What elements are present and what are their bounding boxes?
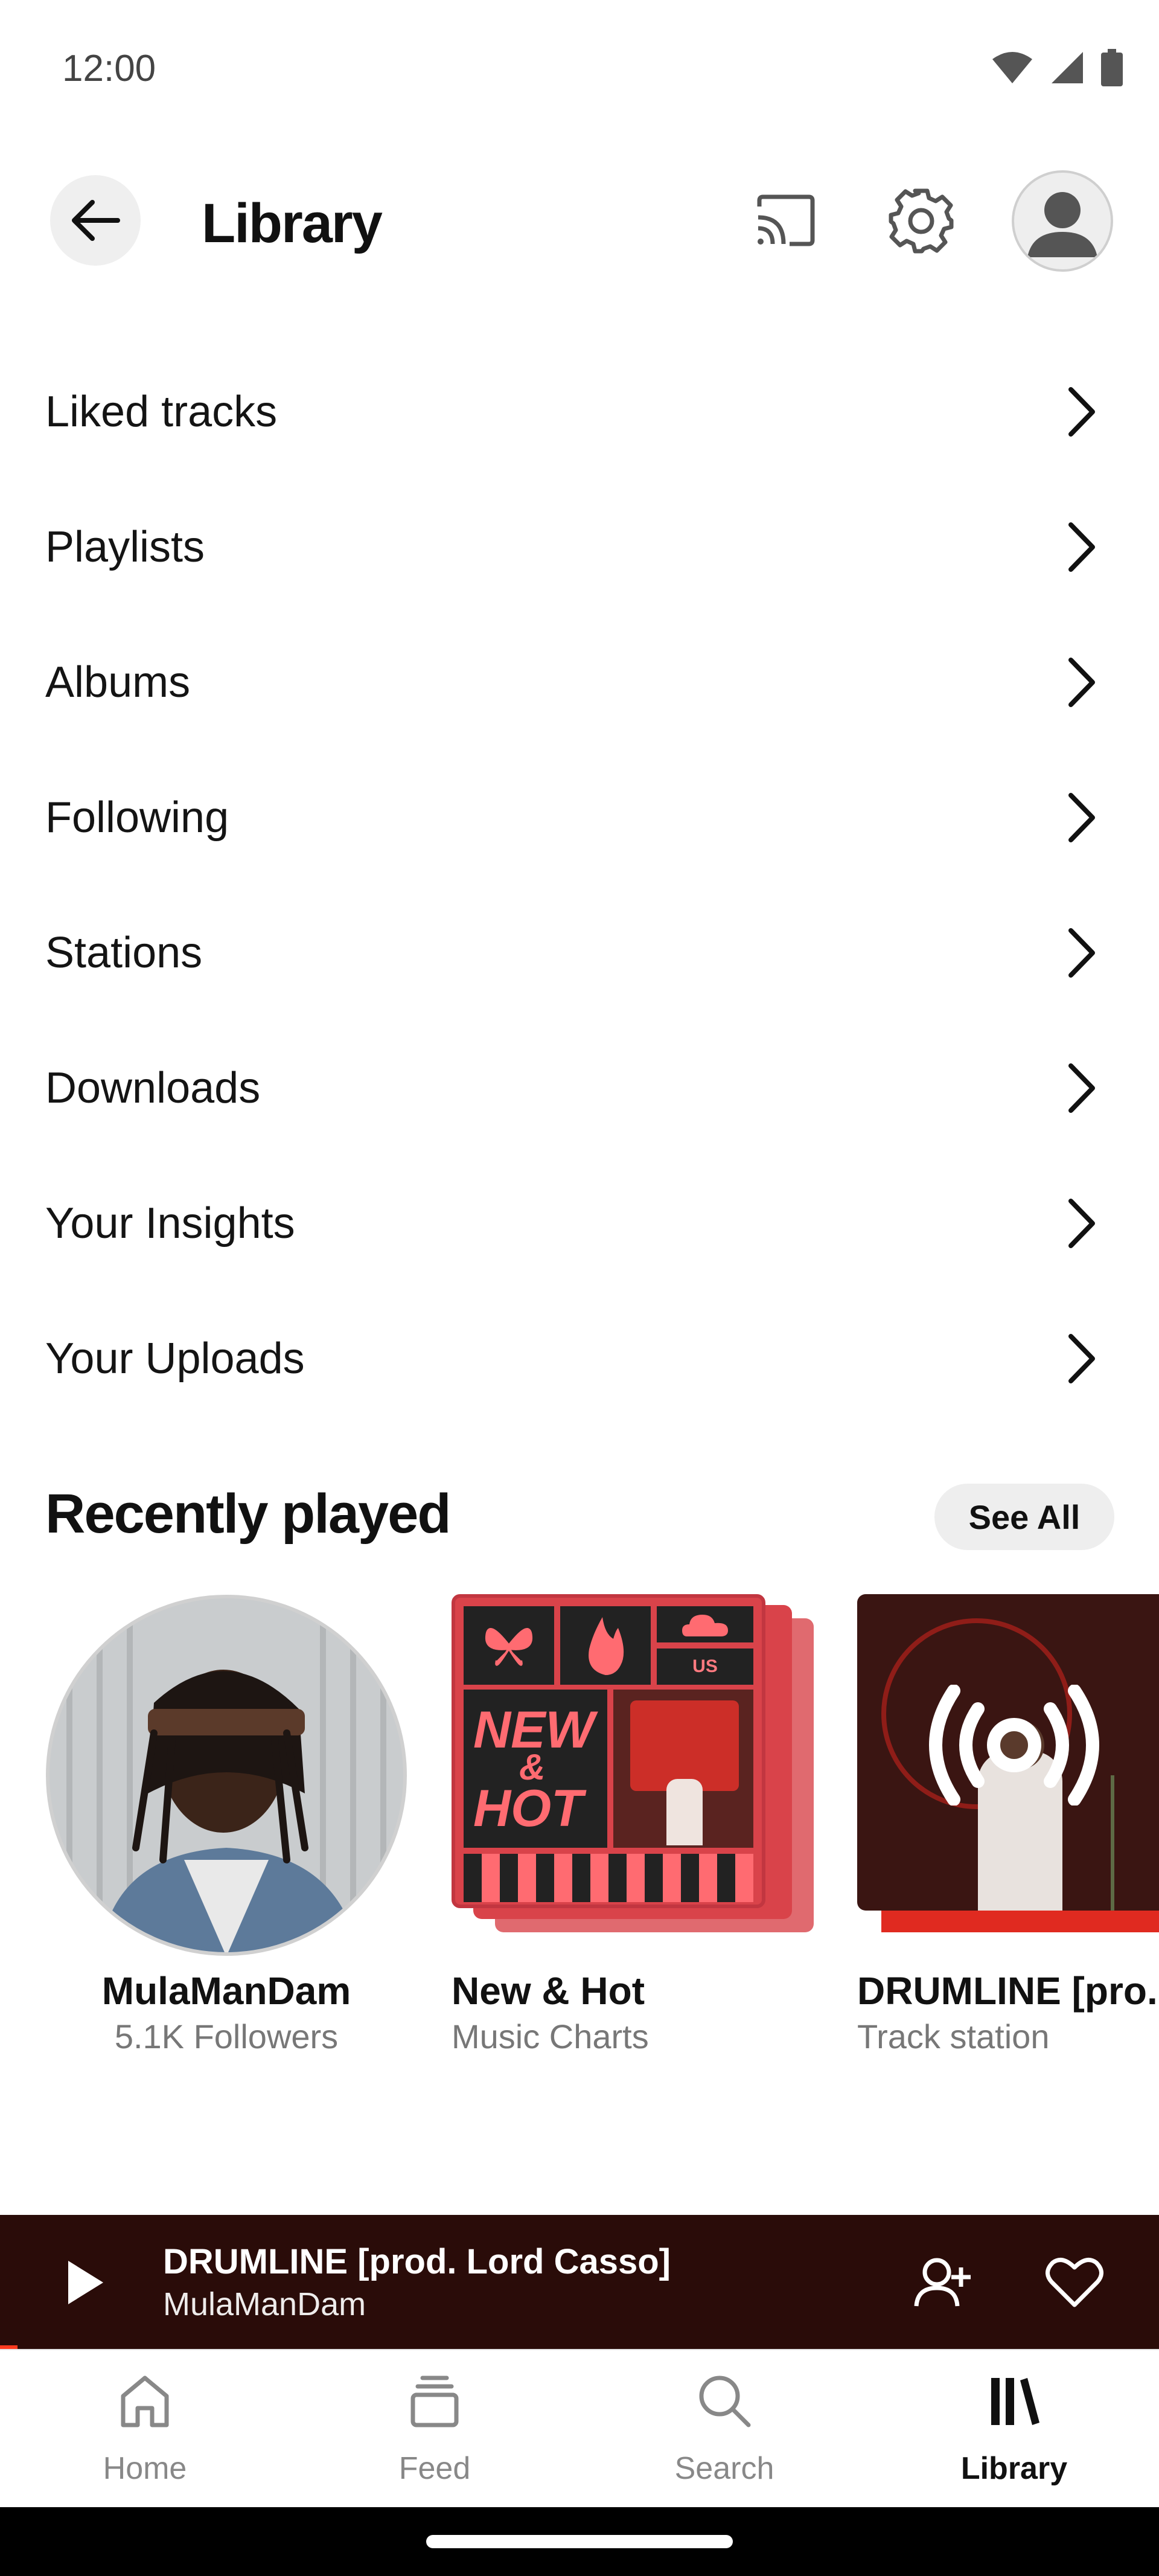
home-gesture-handle[interactable] — [426, 2535, 733, 2548]
artist-avatar-image — [46, 1595, 407, 1956]
chart-art: US NEW & HOT — [452, 1594, 814, 1956]
follow-artist-button[interactable] — [905, 2249, 978, 2316]
chevron-right-icon — [1068, 1063, 1095, 1113]
menu-item-playlists[interactable]: Playlists — [0, 479, 1159, 615]
see-all-button[interactable]: See All — [934, 1484, 1114, 1550]
menu-item-label: Albums — [45, 658, 191, 706]
nav-item-search[interactable]: Search — [580, 2350, 869, 2508]
chevron-right-icon — [1068, 793, 1095, 842]
menu-item-your-uploads[interactable]: Your Uploads — [0, 1291, 1159, 1426]
chart-art-text-bottom: HOT — [473, 1780, 583, 1837]
nav-label: Library — [960, 2451, 1068, 2486]
bottom-nav: Home Feed Search Library — [0, 2349, 1159, 2507]
station-artwork — [857, 1594, 1159, 1956]
signal-icon — [1052, 52, 1083, 83]
menu-item-label: Liked tracks — [45, 388, 278, 436]
mini-player-title: DRUMLINE [prod. Lord Casso] — [163, 2242, 671, 2281]
chart-art-badge: US — [657, 1648, 753, 1685]
menu-item-liked-tracks[interactable]: Liked tracks — [0, 344, 1159, 479]
butterfly-icon — [485, 1628, 533, 1666]
nav-item-library[interactable]: Library — [869, 2350, 1159, 2508]
wifi-icon — [992, 52, 1032, 83]
menu-item-label: Your Uploads — [45, 1334, 305, 1383]
settings-button[interactable] — [887, 187, 955, 255]
page-title: Library — [202, 193, 383, 254]
play-icon — [68, 2261, 103, 2304]
menu-item-label: Playlists — [45, 523, 205, 571]
menu-item-following[interactable]: Following — [0, 750, 1159, 885]
mini-player-artist: MulaManDam — [163, 2286, 366, 2322]
chart-artwork: US NEW & HOT — [452, 1594, 765, 1908]
menu-item-label: Stations — [45, 929, 203, 977]
like-button[interactable] — [1038, 2249, 1111, 2316]
recent-card-title: DRUMLINE [pro. — [857, 1969, 1158, 2013]
menu-item-stations[interactable]: Stations — [0, 885, 1159, 1020]
chevron-right-icon — [1068, 1334, 1095, 1383]
menu-item-label: Following — [45, 793, 229, 842]
back-arrow-icon — [72, 200, 120, 241]
cast-button[interactable] — [753, 193, 817, 248]
recent-card-chart[interactable]: US NEW & HOT New & Hot Music Charts — [452, 1594, 814, 2065]
library-icon — [991, 2378, 1039, 2425]
back-button[interactable] — [50, 175, 141, 266]
status-time: 12:00 — [62, 48, 156, 89]
recent-card-title: New & Hot — [452, 1969, 645, 2013]
nav-label: Feed — [398, 2451, 471, 2486]
chevron-right-icon — [1068, 1199, 1095, 1248]
menu-item-downloads[interactable]: Downloads — [0, 1020, 1159, 1156]
menu-item-albums[interactable]: Albums — [0, 615, 1159, 750]
station-stack-bar — [881, 1908, 1159, 1932]
library-menu: Liked tracks Playlists Albums Following … — [0, 344, 1159, 1426]
section-title-recently-played: Recently played — [45, 1483, 452, 1545]
menu-item-label: Downloads — [45, 1064, 261, 1112]
cast-icon — [757, 194, 815, 246]
nav-item-feed[interactable]: Feed — [290, 2350, 580, 2508]
home-icon — [121, 2376, 169, 2427]
nav-label: Search — [674, 2451, 774, 2486]
heart-icon — [1046, 2258, 1103, 2307]
battery-icon — [1101, 49, 1123, 86]
user-avatar-icon — [1027, 192, 1097, 257]
nav-item-home[interactable]: Home — [0, 2350, 290, 2508]
avatar[interactable] — [1012, 170, 1113, 272]
chevron-right-icon — [1068, 387, 1095, 437]
cloud-logo-icon — [682, 1615, 728, 1636]
add-user-icon — [914, 2258, 971, 2307]
play-button[interactable] — [48, 2246, 121, 2319]
recent-card-subtitle: Track station — [857, 2017, 1050, 2055]
chevron-right-icon — [1068, 658, 1095, 707]
mini-player[interactable] — [0, 2215, 1159, 2349]
menu-item-label: Your Insights — [45, 1199, 295, 1248]
recent-card-artist[interactable]: MulaManDam 5.1K Followers — [45, 1594, 407, 2065]
recent-card-title: MulaManDam — [101, 1969, 351, 2013]
recent-card-subtitle: Music Charts — [452, 2017, 649, 2055]
chevron-right-icon — [1068, 522, 1095, 572]
nav-label: Home — [103, 2451, 187, 2486]
feed-icon — [410, 2376, 459, 2427]
status-icons — [991, 49, 1123, 86]
flame-icon — [589, 1617, 624, 1675]
search-icon — [699, 2376, 751, 2427]
chevron-right-icon — [1068, 928, 1095, 978]
station-radio-icon — [929, 1685, 1099, 1805]
menu-item-your-insights[interactable]: Your Insights — [0, 1156, 1159, 1291]
recent-card-subtitle: 5.1K Followers — [114, 2017, 339, 2055]
recent-card-station[interactable]: DRUMLINE [pro. Track station — [857, 1594, 1159, 2065]
gear-icon — [889, 188, 954, 254]
